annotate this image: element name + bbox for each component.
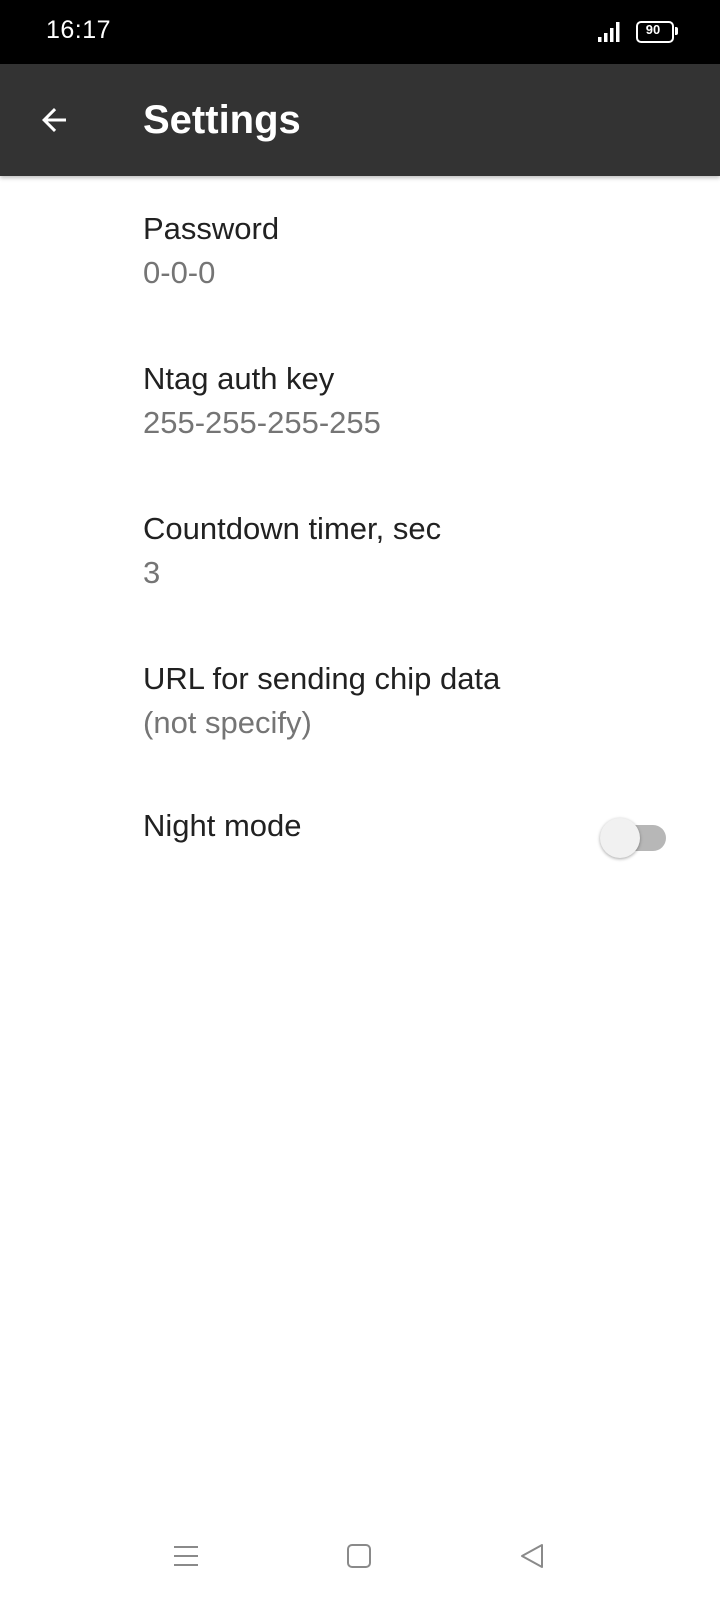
recent-apps-button[interactable] (164, 1534, 208, 1578)
signal-icon (598, 22, 620, 42)
app-toolbar: Settings (0, 64, 720, 176)
setting-night-mode[interactable]: Night mode (0, 776, 720, 876)
setting-countdown-timer[interactable]: Countdown timer, sec 3 (0, 476, 720, 626)
home-icon (347, 1544, 371, 1568)
setting-summary: 0-0-0 (143, 255, 216, 290)
setting-ntag-auth-key[interactable]: Ntag auth key 255-255-255-255 (0, 326, 720, 476)
setting-title: URL for sending chip data (143, 661, 501, 696)
status-bar: 16:17 90 (0, 0, 720, 64)
setting-title: Night mode (143, 808, 302, 843)
back-button[interactable] (22, 88, 86, 152)
page-title: Settings (143, 98, 301, 142)
setting-summary: 255-255-255-255 (143, 405, 381, 440)
setting-title: Ntag auth key (143, 361, 335, 396)
setting-url-chip-data[interactable]: URL for sending chip data (not specify) (0, 626, 720, 776)
status-time: 16:17 (46, 16, 112, 44)
arrow-left-icon (42, 108, 66, 132)
navigation-bar (0, 1508, 720, 1600)
settings-list: Password 0-0-0 Ntag auth key 255-255-255… (0, 176, 720, 876)
setting-password[interactable]: Password 0-0-0 (0, 176, 720, 326)
setting-summary: 3 (143, 555, 161, 590)
menu-icon (174, 1546, 198, 1566)
setting-title: Password (143, 211, 280, 246)
switch-thumb (600, 818, 640, 858)
setting-summary: (not specify) (143, 705, 312, 740)
system-back-button[interactable] (510, 1534, 554, 1578)
battery-level: 90 (645, 22, 661, 37)
battery-icon: 90 (636, 21, 678, 43)
setting-title: Countdown timer, sec (143, 511, 442, 546)
home-button[interactable] (337, 1534, 381, 1578)
night-mode-switch[interactable] (600, 814, 668, 858)
back-icon (521, 1544, 543, 1568)
